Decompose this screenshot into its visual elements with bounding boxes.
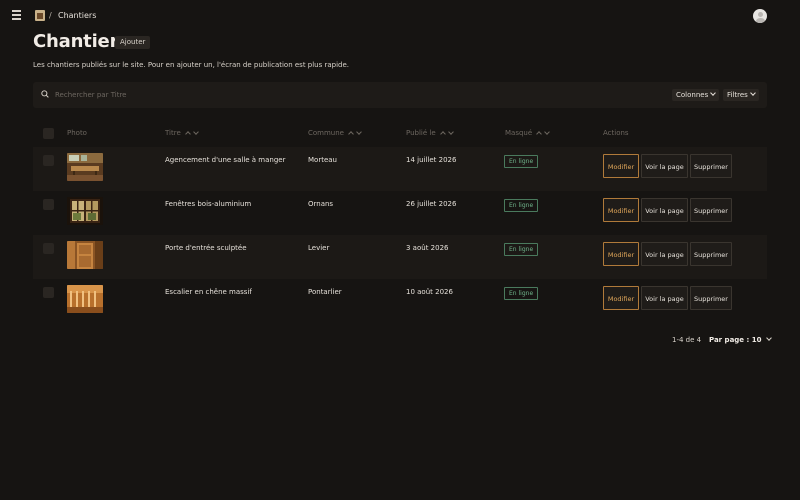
- delete-button[interactable]: Supprimer: [690, 242, 732, 266]
- sort-icon[interactable]: [348, 129, 365, 137]
- column-published[interactable]: Publié le: [406, 129, 457, 137]
- table-row: Fenêtres bois-aluminium Ornans 26 juille…: [33, 191, 767, 235]
- search-icon: [41, 90, 49, 98]
- table-row: Escalier en chêne massif Pontarlier 10 a…: [33, 279, 767, 323]
- row-commune: Ornans: [308, 200, 334, 208]
- edit-button[interactable]: Modifier: [603, 154, 639, 178]
- row-title: Agencement d'une salle à manger: [165, 156, 286, 164]
- view-page-button[interactable]: Voir la page: [641, 242, 688, 266]
- sort-icon[interactable]: [536, 129, 553, 137]
- add-button[interactable]: Ajouter: [115, 36, 151, 49]
- row-title: Fenêtres bois-aluminium: [165, 200, 252, 208]
- row-published: 10 août 2026: [406, 288, 453, 296]
- status-badge: En ligne: [504, 199, 539, 212]
- row-title: Porte d'entrée sculptée: [165, 244, 247, 252]
- table-row: Porte d'entrée sculptée Levier 3 août 20…: [33, 235, 767, 279]
- row-published: 26 juillet 2026: [406, 200, 457, 208]
- columns-button[interactable]: Colonnes: [672, 89, 720, 101]
- menu-icon[interactable]: [11, 10, 22, 20]
- row-checkbox[interactable]: [43, 287, 54, 298]
- site-logo[interactable]: [35, 10, 45, 21]
- view-page-button[interactable]: Voir la page: [641, 154, 688, 178]
- sort-icon[interactable]: [184, 129, 202, 137]
- dining-room-photo[interactable]: [67, 153, 103, 181]
- filters-label: Filtres: [727, 91, 748, 99]
- chevron-down-icon: [766, 335, 773, 341]
- column-published-label: Publié le: [406, 129, 436, 137]
- row-commune: Morteau: [308, 156, 337, 164]
- filters-button[interactable]: Filtres: [723, 89, 759, 101]
- delete-button[interactable]: Supprimer: [690, 286, 732, 310]
- pagination: 1-4 de 4 Par page : 10: [0, 335, 800, 348]
- column-title-label: Titre: [165, 129, 181, 137]
- status-badge: En ligne: [504, 287, 539, 300]
- delete-button[interactable]: Supprimer: [690, 154, 732, 178]
- pagination-range: 1-4 de 4: [672, 336, 702, 344]
- columns-label: Colonnes: [676, 91, 709, 99]
- row-commune: Levier: [308, 244, 330, 252]
- search-input[interactable]: [55, 88, 355, 102]
- chevron-down-icon: [750, 90, 756, 96]
- avatar[interactable]: [753, 9, 767, 23]
- top-bar: / Chantiers: [0, 0, 800, 32]
- row-commune: Pontarlier: [308, 288, 342, 296]
- column-hidden-label: Masqué: [505, 129, 533, 137]
- staircase-photo[interactable]: [67, 285, 103, 313]
- page-description: Les chantiers publiés sur le site. Pour …: [33, 61, 350, 69]
- edit-button[interactable]: Modifier: [603, 198, 639, 222]
- breadcrumb-separator: /: [49, 11, 52, 20]
- row-published: 3 août 2026: [406, 244, 449, 252]
- column-actions: Actions: [603, 129, 629, 137]
- view-page-button[interactable]: Voir la page: [641, 286, 688, 310]
- windows-photo[interactable]: [67, 197, 103, 225]
- table-header: Photo Titre Commune Publié le Masqué Act…: [33, 120, 767, 147]
- per-page-select[interactable]: Par page : 10: [709, 335, 773, 344]
- view-page-button[interactable]: Voir la page: [641, 198, 688, 222]
- select-all-checkbox[interactable]: [43, 128, 54, 139]
- row-checkbox[interactable]: [43, 199, 54, 210]
- edit-button[interactable]: Modifier: [603, 286, 639, 310]
- sort-icon[interactable]: [439, 129, 457, 137]
- row-published: 14 juillet 2026: [406, 156, 457, 164]
- column-commune-label: Commune: [308, 129, 344, 137]
- projects-table: Photo Titre Commune Publié le Masqué Act…: [33, 120, 767, 323]
- column-photo: Photo: [67, 129, 87, 137]
- delete-button[interactable]: Supprimer: [690, 198, 732, 222]
- row-checkbox[interactable]: [43, 243, 54, 254]
- row-title: Escalier en chêne massif: [165, 288, 252, 296]
- status-badge: En ligne: [504, 243, 539, 256]
- column-title[interactable]: Titre: [165, 129, 202, 137]
- row-checkbox[interactable]: [43, 155, 54, 166]
- door-photo[interactable]: [67, 241, 103, 269]
- chevron-down-icon: [710, 90, 717, 96]
- table-row: Agencement d'une salle à manger Morteau …: [33, 147, 767, 191]
- edit-button[interactable]: Modifier: [603, 242, 639, 266]
- breadcrumb-current: Chantiers: [58, 11, 97, 20]
- status-badge: En ligne: [504, 155, 539, 168]
- column-commune[interactable]: Commune: [308, 129, 365, 137]
- search-bar: Colonnes Filtres: [33, 82, 767, 108]
- per-page-label: Par page : 10: [709, 336, 762, 344]
- column-hidden[interactable]: Masqué: [505, 129, 553, 137]
